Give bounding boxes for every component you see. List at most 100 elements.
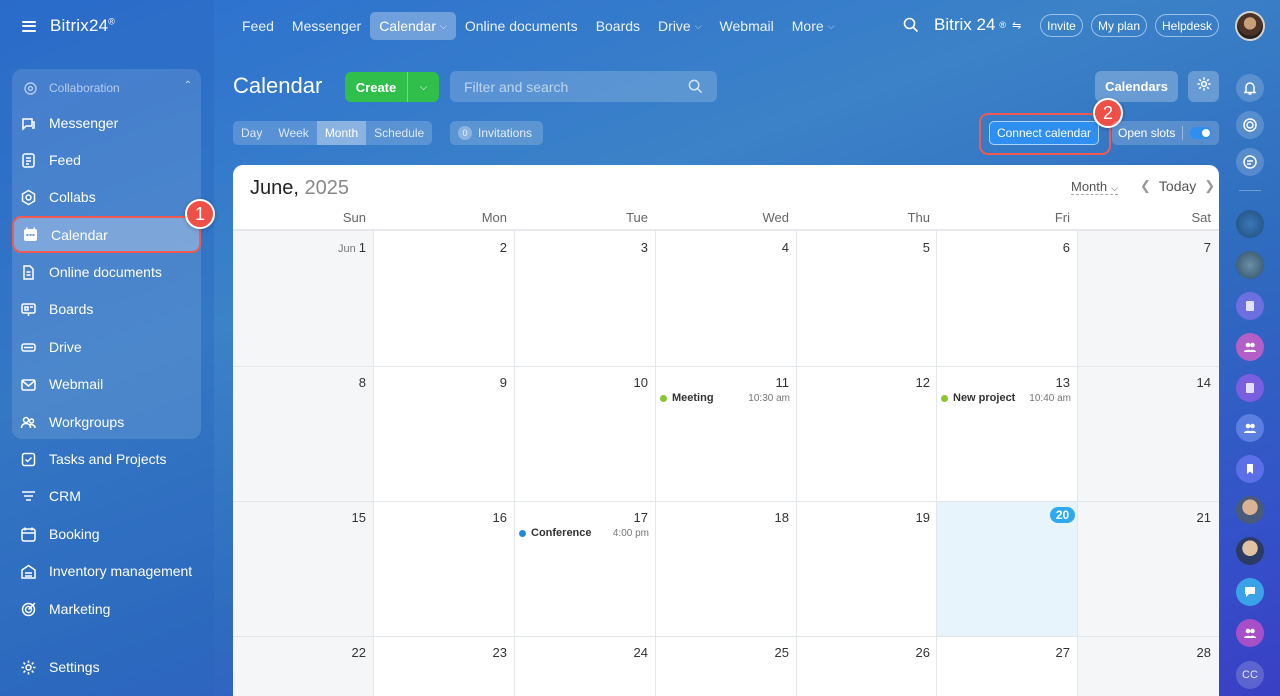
sidebar-item-crm[interactable]: CRM: [20, 483, 200, 509]
today-button[interactable]: Today: [1159, 178, 1196, 194]
day-cell[interactable]: 9: [377, 375, 507, 390]
day-cell[interactable]: Jun 1: [236, 240, 366, 255]
day-cell[interactable]: 16: [377, 510, 507, 525]
chevron-left-icon[interactable]: ❮: [1140, 178, 1151, 194]
day-cell[interactable]: 3: [518, 240, 648, 255]
view-month[interactable]: Month: [316, 121, 367, 145]
group-chat-icon[interactable]: [1236, 333, 1264, 361]
invite-button[interactable]: Invite: [1040, 14, 1083, 37]
tab-drive[interactable]: Drive ⌵: [649, 12, 711, 40]
day-cell[interactable]: 8: [236, 375, 366, 390]
sidebar-item-calendar[interactable]: Calendar: [12, 216, 201, 253]
chat-bubble-icon[interactable]: [1236, 578, 1264, 606]
invitations-button[interactable]: 0 Invitations: [450, 121, 543, 145]
tab-label: Webmail: [719, 18, 774, 34]
sidebar-item-messenger[interactable]: Messenger: [20, 110, 200, 136]
search-input[interactable]: [464, 78, 684, 95]
event-conference[interactable]: Conference 4:00 pm: [519, 526, 649, 540]
sidebar-item-boards[interactable]: Boards: [20, 296, 200, 322]
view-day[interactable]: Day: [233, 121, 270, 145]
day-cell[interactable]: 2: [377, 240, 507, 255]
search-icon[interactable]: [903, 17, 919, 38]
group-chat-icon[interactable]: [1236, 414, 1264, 442]
sidebar-item-online-documents[interactable]: Online documents: [20, 259, 200, 285]
event-meeting[interactable]: Meeting 10:30 am: [660, 391, 790, 405]
connect-calendar-button[interactable]: Connect calendar: [989, 121, 1099, 145]
contact-chat-icon[interactable]: [1236, 374, 1264, 402]
sidebar-item-webmail[interactable]: Webmail: [20, 371, 200, 397]
day-cell[interactable]: 19: [800, 510, 930, 525]
tab-feed[interactable]: Feed: [233, 12, 283, 40]
sidebar-item-feed[interactable]: Feed: [20, 147, 200, 173]
day-cell[interactable]: 10: [518, 375, 648, 390]
sidebar-item-inventory-management[interactable]: Inventory management: [20, 558, 200, 584]
invitations-count: 0: [458, 126, 472, 140]
day-cell[interactable]: 25: [659, 645, 789, 660]
day-cell[interactable]: 14: [1081, 375, 1211, 390]
sidebar-settings[interactable]: Settings: [20, 654, 200, 680]
calendar-mode-select[interactable]: Month ⌵: [1071, 179, 1118, 195]
sidebar-item-marketing[interactable]: Marketing: [20, 596, 200, 622]
bookmark-icon[interactable]: [1236, 455, 1264, 483]
contact-avatar[interactable]: [1236, 210, 1264, 238]
day-cell[interactable]: 13: [940, 375, 1070, 390]
chat-icon[interactable]: [1236, 148, 1264, 176]
my-plan-button[interactable]: My plan: [1091, 14, 1147, 37]
contact-chat-icon[interactable]: [1236, 292, 1264, 320]
day-cell[interactable]: 12: [800, 375, 930, 390]
helpdesk-button[interactable]: Helpdesk: [1155, 14, 1219, 37]
sidebar-item-booking[interactable]: Booking: [20, 521, 200, 547]
app-logo[interactable]: Bitrix24®: [50, 16, 115, 36]
tab-messenger[interactable]: Messenger: [283, 12, 370, 40]
open-slots-toggle[interactable]: Open slots: [1112, 121, 1219, 145]
day-cell[interactable]: 28: [1081, 645, 1211, 660]
day-cell[interactable]: 6: [940, 240, 1070, 255]
sidebar-item-tasks-and-projects[interactable]: Tasks and Projects: [20, 446, 200, 472]
hamburger-menu-icon[interactable]: [22, 20, 36, 32]
sidebar-item-drive[interactable]: Drive: [20, 334, 200, 360]
day-cell[interactable]: 27: [940, 645, 1070, 660]
sidebar-item-collabs[interactable]: Collabs: [20, 184, 200, 210]
tab-calendar[interactable]: Calendar ⌵: [370, 12, 456, 40]
day-cell[interactable]: 5: [800, 240, 930, 255]
view-schedule[interactable]: Schedule: [366, 121, 432, 145]
day-cell[interactable]: 24: [518, 645, 648, 660]
bell-icon[interactable]: [1236, 74, 1264, 102]
chevron-up-icon[interactable]: ⌃: [184, 80, 192, 91]
sidebar-item-workgroups[interactable]: Workgroups: [20, 409, 200, 435]
day-of-week: Sat: [1191, 210, 1211, 225]
chevron-right-icon[interactable]: ❯: [1204, 178, 1215, 194]
chevron-down-icon[interactable]: ⌵: [408, 82, 439, 93]
contact-initials[interactable]: CC: [1236, 661, 1264, 689]
toggle-switch[interactable]: [1190, 127, 1213, 139]
contact-avatar[interactable]: [1236, 537, 1264, 565]
search-icon[interactable]: [688, 79, 703, 99]
day-cell[interactable]: 22: [236, 645, 366, 660]
day-cell[interactable]: 11: [659, 375, 790, 390]
day-cell[interactable]: 18: [659, 510, 789, 525]
day-cell[interactable]: 15: [236, 510, 366, 525]
tab-more[interactable]: More ⌵: [783, 12, 844, 40]
tab-label: Drive: [658, 18, 691, 34]
tab-boards[interactable]: Boards: [587, 12, 649, 40]
event-new-project[interactable]: New project 10:40 am: [941, 391, 1071, 405]
today-badge[interactable]: 20: [1050, 507, 1075, 523]
day-cell[interactable]: 7: [1081, 240, 1211, 255]
day-cell[interactable]: 23: [377, 645, 507, 660]
settings-button[interactable]: [1188, 71, 1219, 102]
tab-webmail[interactable]: Webmail: [711, 12, 783, 40]
day-cell[interactable]: 17: [518, 510, 648, 525]
contact-avatar[interactable]: [1236, 496, 1264, 524]
day-cell[interactable]: 4: [659, 240, 789, 255]
create-button[interactable]: Create ⌵: [345, 72, 439, 102]
day-cell[interactable]: 21: [1081, 510, 1211, 525]
view-week[interactable]: Week: [270, 121, 316, 145]
day-cell[interactable]: 26: [800, 645, 930, 660]
group-chat-icon[interactable]: [1236, 619, 1264, 647]
contact-avatar[interactable]: [1236, 251, 1264, 279]
collaboration-group-header[interactable]: Collaboration ⌃: [22, 79, 192, 97]
chevron-down-icon: ⌵: [827, 20, 835, 31]
tab-online-documents[interactable]: Online documents: [456, 12, 587, 40]
copilot-icon[interactable]: [1236, 111, 1264, 139]
brand-logo[interactable]: Bitrix 24 ® ⇋: [934, 15, 1021, 35]
